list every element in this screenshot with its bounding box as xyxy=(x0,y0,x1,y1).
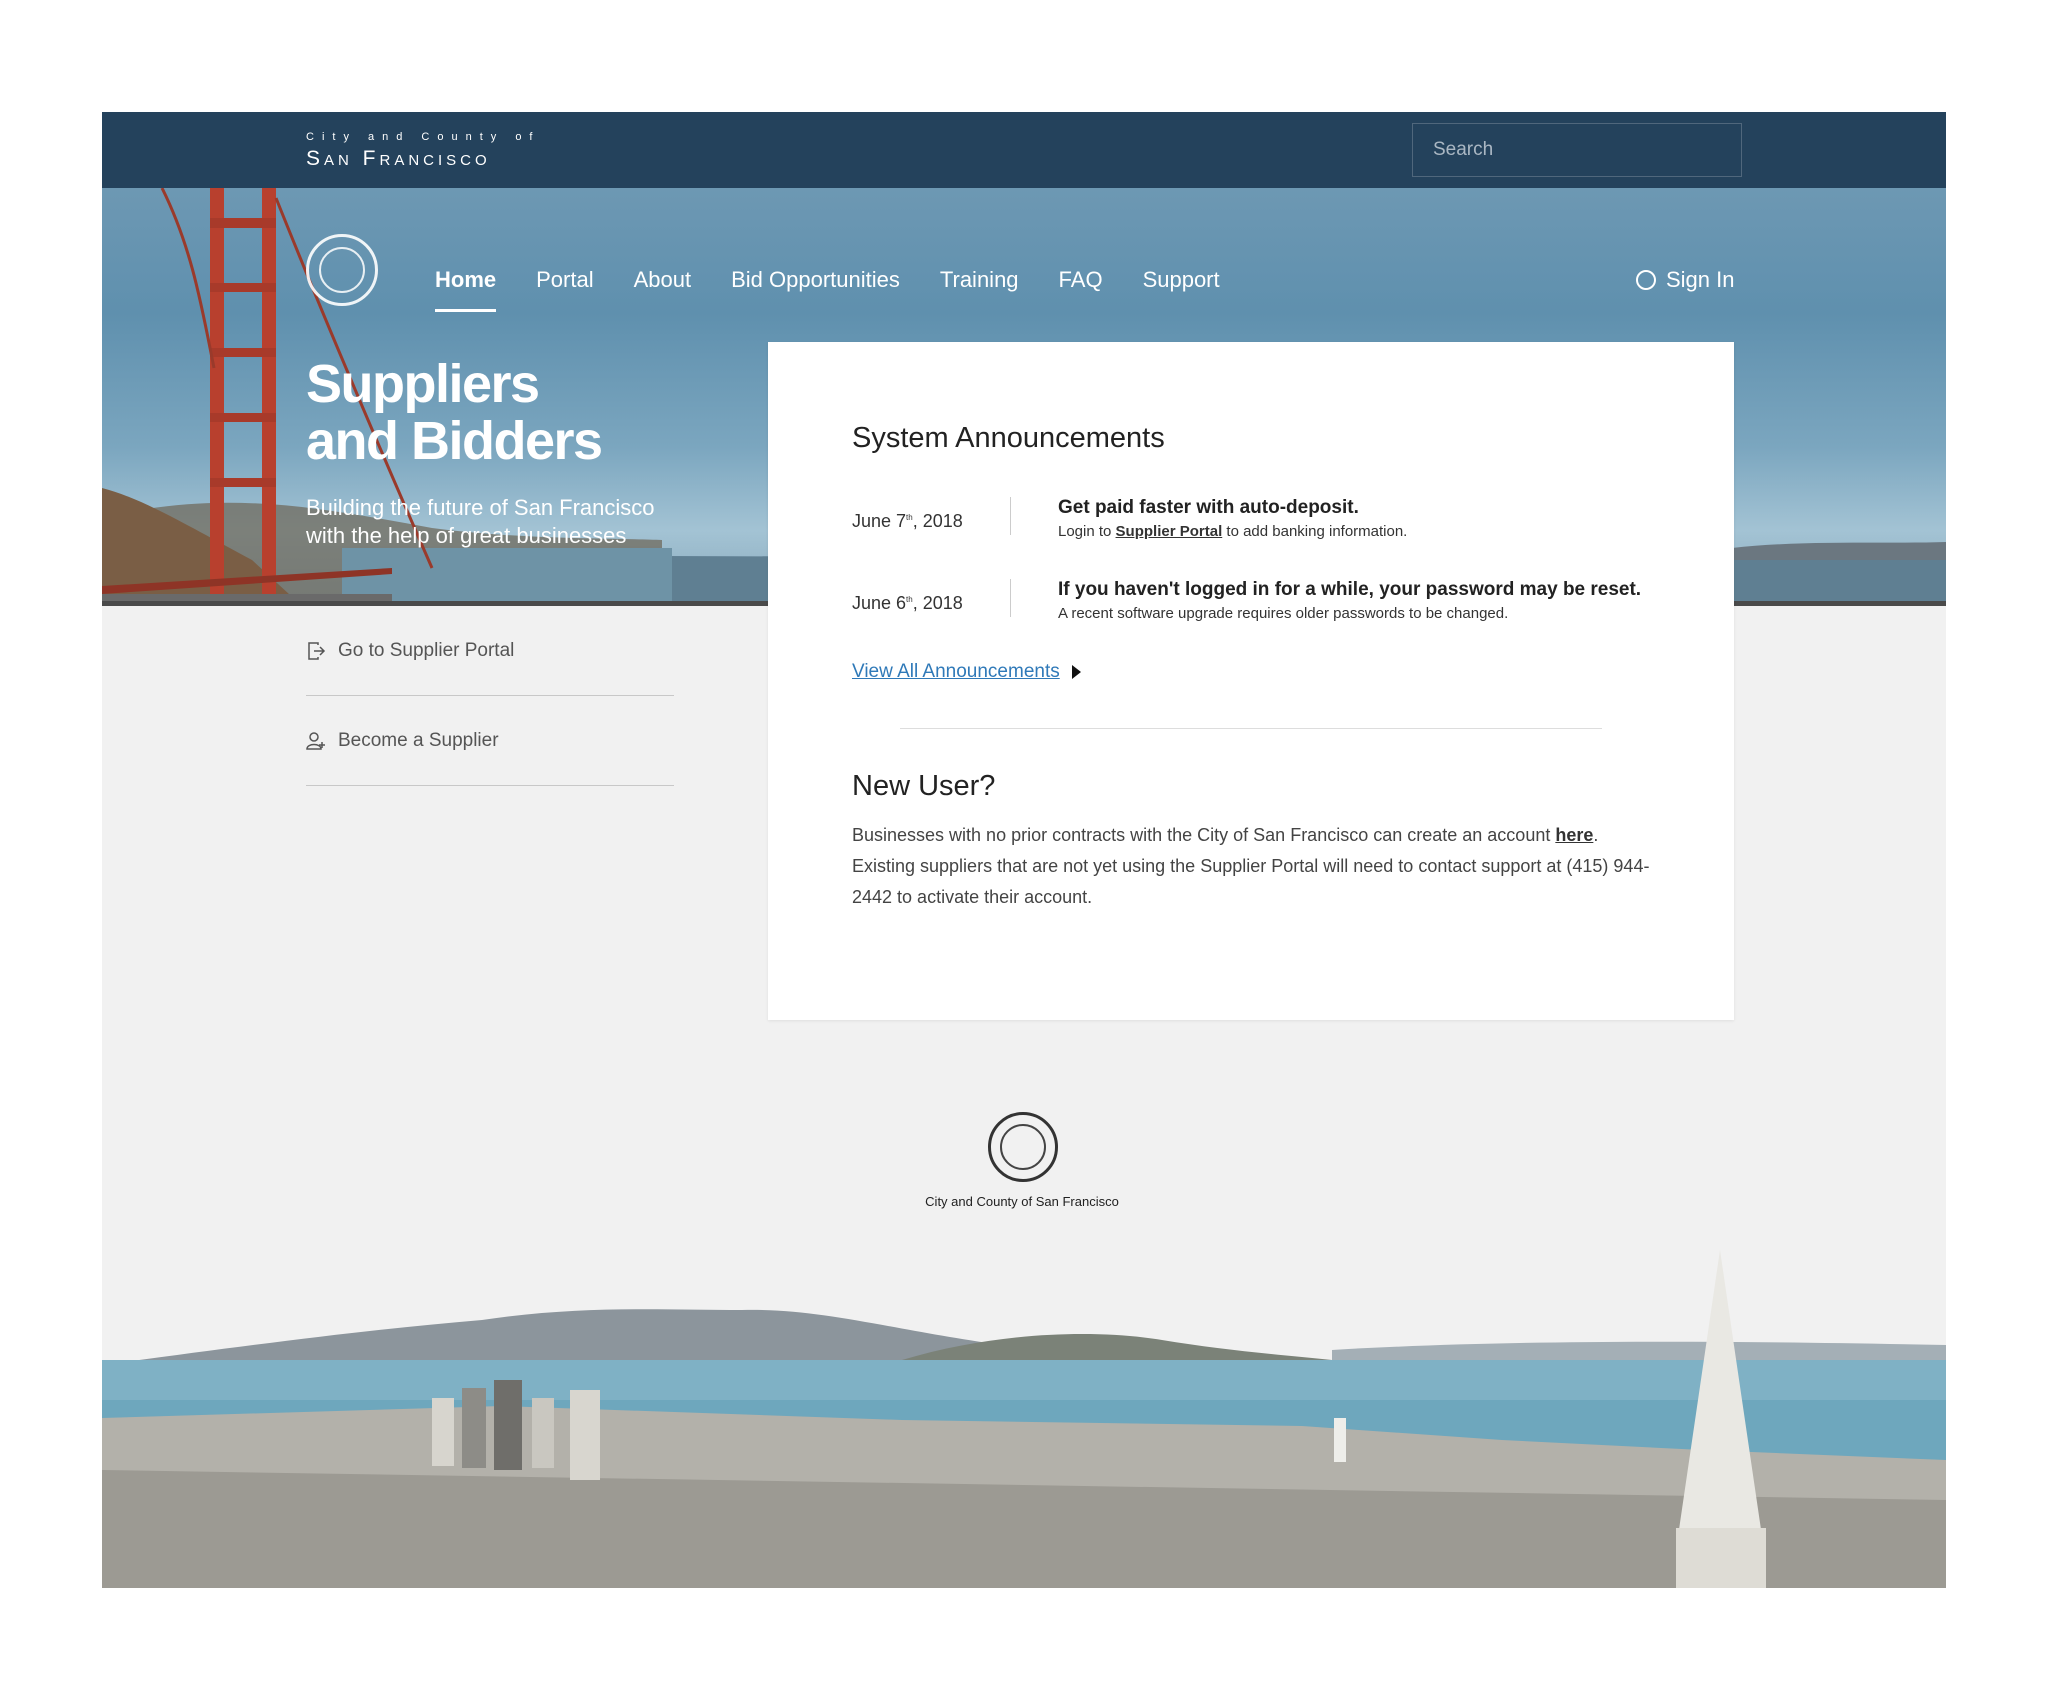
brand-big-text: San Francisco xyxy=(306,147,491,170)
new-user-text: Businesses with no prior contracts with … xyxy=(852,825,1650,907)
announcement-desc: A recent software upgrade requires older… xyxy=(1058,605,1509,622)
nav-portal[interactable]: Portal xyxy=(536,260,593,300)
caret-right-icon xyxy=(1071,665,1081,679)
exit-icon xyxy=(308,641,326,660)
announcements-heading: System Announcements xyxy=(852,422,1165,454)
announcement-date: June 6th, 2018 xyxy=(852,593,963,613)
supplier-portal-link[interactable]: Supplier Portal xyxy=(1116,523,1223,540)
user-add-icon xyxy=(306,731,325,750)
sign-in-label: Sign In xyxy=(1666,267,1735,292)
nav-training[interactable]: Training xyxy=(940,260,1019,300)
search-input[interactable] xyxy=(1412,123,1742,177)
main-nav: Home Portal About Bid Opportunities Trai… xyxy=(435,252,1260,312)
sign-in-button[interactable]: Sign In xyxy=(1636,252,1735,308)
san-francisco-skyline-image xyxy=(102,1250,1946,1588)
divider xyxy=(1010,497,1011,535)
nav-about[interactable]: About xyxy=(634,260,692,300)
hero-subtitle-line1: Building the future of San Francisco xyxy=(306,495,655,520)
nav-faq[interactable]: FAQ xyxy=(1059,260,1103,300)
brand-logo[interactable]: City and County of San Francisco xyxy=(306,130,541,172)
announcements-card: System Announcements June 7th, 2018 Get … xyxy=(768,342,1734,1020)
nav-bid-opportunities[interactable]: Bid Opportunities xyxy=(731,260,900,300)
hero-subtitle-line2: with the help of great businesses xyxy=(306,523,627,548)
create-account-link[interactable]: here xyxy=(1555,825,1593,845)
new-user-heading: New User? xyxy=(852,770,996,802)
nav-support[interactable]: Support xyxy=(1143,260,1220,300)
become-a-supplier-link[interactable]: Become a Supplier xyxy=(306,696,674,786)
hero-title-line1: Suppliers xyxy=(306,354,540,414)
announcement-title: Get paid faster with auto-deposit. xyxy=(1058,497,1359,518)
announcement-item: June 7th, 2018 Get paid faster with auto… xyxy=(852,497,1672,547)
announcement-item: June 6th, 2018 If you haven't logged in … xyxy=(852,579,1672,629)
divider xyxy=(1010,579,1011,617)
divider xyxy=(900,728,1602,729)
top-bar: City and County of San Francisco xyxy=(102,112,1946,188)
city-seal-icon[interactable] xyxy=(306,234,378,306)
sidebar-link-label: Go to Supplier Portal xyxy=(338,639,515,661)
footer-caption: City and County of San Francisco xyxy=(925,1194,1119,1209)
hero-subtitle: Building the future of San Francisco wit… xyxy=(306,494,686,550)
user-circle-icon xyxy=(1636,270,1656,290)
city-seal-icon xyxy=(988,1112,1058,1182)
view-all-label: View All Announcements xyxy=(852,661,1060,682)
view-all-announcements-link[interactable]: View All Announcements xyxy=(852,661,1081,683)
announcement-desc: Login to Supplier Portal to add banking … xyxy=(1058,523,1408,540)
announcement-date: June 7th, 2018 xyxy=(852,511,963,531)
hero-title: Suppliers and Bidders xyxy=(306,354,603,471)
page-frame: City and County of San Francisco Search … xyxy=(102,112,1946,1588)
nav-home[interactable]: Home xyxy=(435,260,497,312)
brand-small-text: City and County of xyxy=(306,131,541,143)
go-to-supplier-portal-link[interactable]: Go to Supplier Portal xyxy=(306,606,674,696)
announcement-title: If you haven't logged in for a while, yo… xyxy=(1058,579,1642,600)
hero-title-line2: and Bidders xyxy=(306,411,603,471)
sidebar-link-label: Become a Supplier xyxy=(338,729,499,751)
